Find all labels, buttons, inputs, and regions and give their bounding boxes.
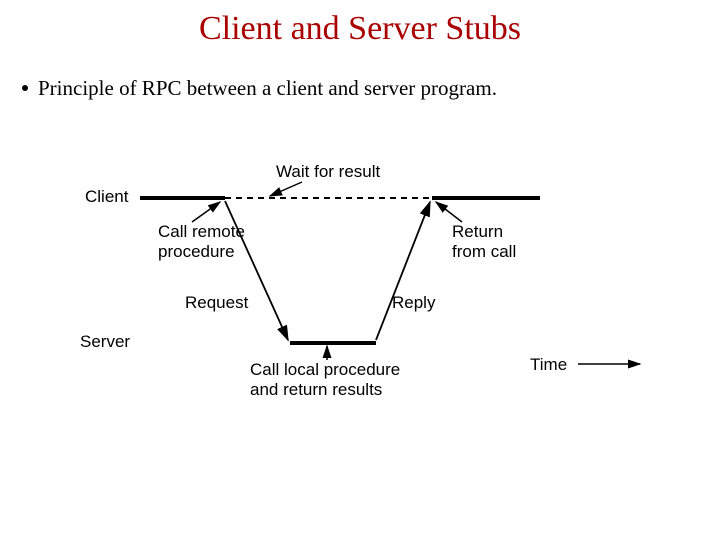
arrow-reply-icon (376, 202, 430, 340)
arrow-call-remote-icon (192, 202, 220, 222)
diagram-svg (0, 0, 720, 540)
arrow-wait-icon (270, 182, 302, 196)
arrow-request-icon (225, 201, 288, 340)
arrow-return-icon (436, 202, 462, 222)
